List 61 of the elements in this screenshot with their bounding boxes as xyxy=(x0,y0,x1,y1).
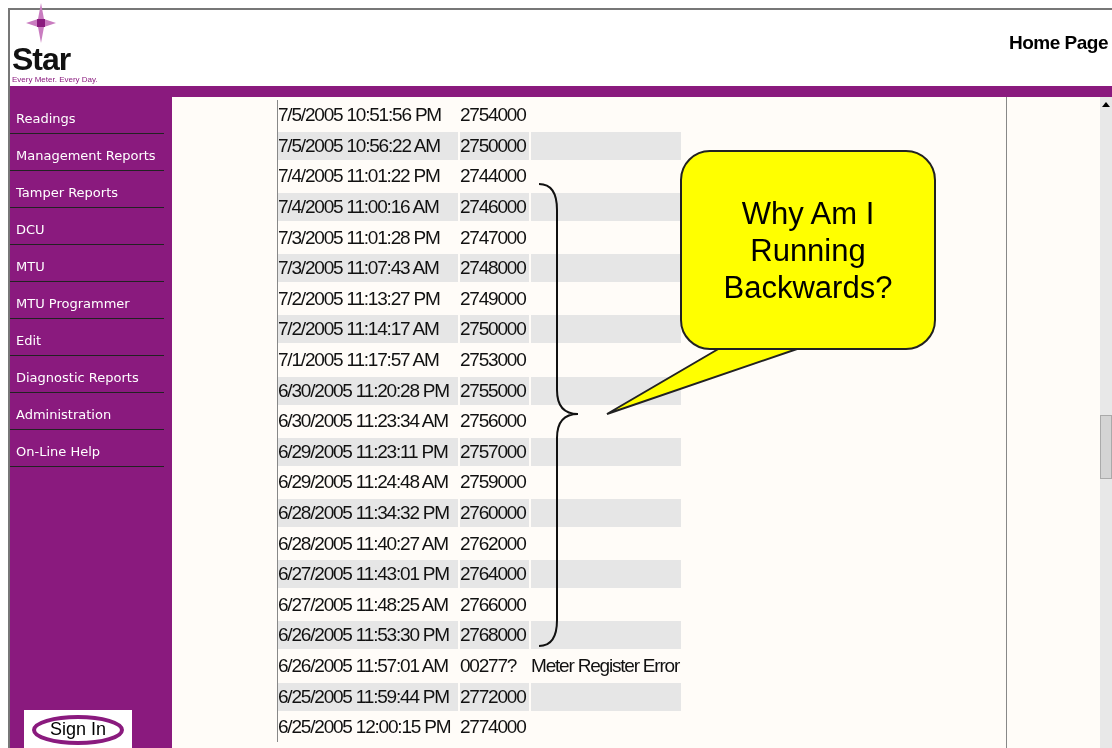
table-cell: 2748000 xyxy=(460,254,529,283)
table-cell-text: 00277? xyxy=(460,654,518,678)
sidebar-item[interactable]: DCU xyxy=(10,208,164,245)
table-cell: 2750000 xyxy=(460,131,529,160)
sidebar-item[interactable]: Management Reports xyxy=(10,134,164,171)
scrollbar-thumb[interactable] xyxy=(1100,415,1112,479)
sparkle-icon xyxy=(26,3,56,43)
table-cell: 7/2/2005 11:14:17 AM xyxy=(278,315,458,344)
table-cell-text: Meter Register Error xyxy=(531,654,681,678)
table-cell-text: 7/1/2005 11:17:57 AM xyxy=(278,348,440,373)
sidebar-item[interactable]: Diagnostic Reports xyxy=(10,356,164,393)
table-cell-text: 7/3/2005 11:01:28 PM xyxy=(278,225,441,250)
table-cell-text: 2774000 xyxy=(460,715,527,740)
table-cell: 6/30/2005 11:20:28 PM xyxy=(278,376,458,405)
table-cell: 2760000 xyxy=(460,499,529,527)
sidebar-item[interactable]: On-Line Help xyxy=(10,430,164,467)
sidebar-item[interactable]: MTU Programmer xyxy=(10,282,164,319)
sidebar-item[interactable]: MTU xyxy=(10,245,164,282)
table-cell-text: 6/30/2005 11:23:34 AM xyxy=(278,409,449,434)
sidebar-item[interactable]: Readings xyxy=(10,97,164,134)
sidebar-item[interactable]: Tamper Reports xyxy=(10,171,164,208)
table-cell: 2764000 xyxy=(460,560,529,589)
logo-wordmark: Star xyxy=(12,43,72,75)
table-cell-text: 2744000 xyxy=(460,164,527,189)
table-cell-text: 6/28/2005 11:40:27 AM xyxy=(278,531,449,556)
table-cell: 7/3/2005 11:07:43 AM xyxy=(278,254,458,283)
scrollbar[interactable] xyxy=(1100,97,1112,748)
sign-in-button[interactable]: Sign In xyxy=(24,710,132,748)
table-cell: 2772000 xyxy=(460,682,529,711)
table-cell-text: 2749000 xyxy=(460,286,527,311)
table-cell-text: 6/26/2005 11:57:01 AM xyxy=(278,654,449,678)
table-cell-text: 2756000 xyxy=(460,409,527,434)
logo-tagline: Every Meter. Every Day. xyxy=(12,75,99,84)
table-cell: 2768000 xyxy=(460,621,529,650)
table-cell-text: 7/2/2005 11:13:27 PM xyxy=(278,286,441,311)
table-cell-text: 6/27/2005 11:48:25 AM xyxy=(278,592,449,617)
table-cell: 2755000 xyxy=(460,376,529,405)
table-cell-text: 6/25/2005 12:00:15 PM xyxy=(278,715,452,740)
table-cell: 6/25/2005 11:59:44 PM xyxy=(278,682,458,711)
table-cell: 2757000 xyxy=(460,437,529,466)
table-cell-text: 6/29/2005 11:24:48 AM xyxy=(278,470,449,495)
table-cell-text: 2766000 xyxy=(460,592,527,617)
table-cell: 2750000 xyxy=(460,315,529,344)
table-cell-text: 7/4/2005 11:01:22 PM xyxy=(278,164,441,189)
table-cell-text: 2753000 xyxy=(460,348,527,373)
table-cell-text: 2754000 xyxy=(460,103,527,128)
table-cell: 6/29/2005 11:23:11 PM xyxy=(278,437,458,466)
table-cell-text: 7/5/2005 10:51:56 PM xyxy=(278,103,442,128)
table-cell-text: 2759000 xyxy=(460,470,527,495)
sidebar-item[interactable]: Edit xyxy=(10,319,164,356)
table-cell-text: 2747000 xyxy=(460,225,527,250)
page-title: Home Page xyxy=(1009,32,1109,54)
table-cell: 7/5/2005 10:56:22 AM xyxy=(278,131,458,160)
sidebar-item[interactable]: Administration xyxy=(10,393,164,430)
table-cell: 6/27/2005 11:43:01 PM xyxy=(278,560,458,589)
table-cell: 6/28/2005 11:34:32 PM xyxy=(278,499,458,527)
scroll-up-icon[interactable] xyxy=(1100,100,1112,110)
table-cell-text: 2762000 xyxy=(460,531,527,556)
table-cell: 2746000 xyxy=(460,193,529,222)
table-cell: 6/26/2005 11:53:30 PM xyxy=(278,621,458,650)
table-cell: 7/4/2005 11:00:16 AM xyxy=(278,193,458,222)
